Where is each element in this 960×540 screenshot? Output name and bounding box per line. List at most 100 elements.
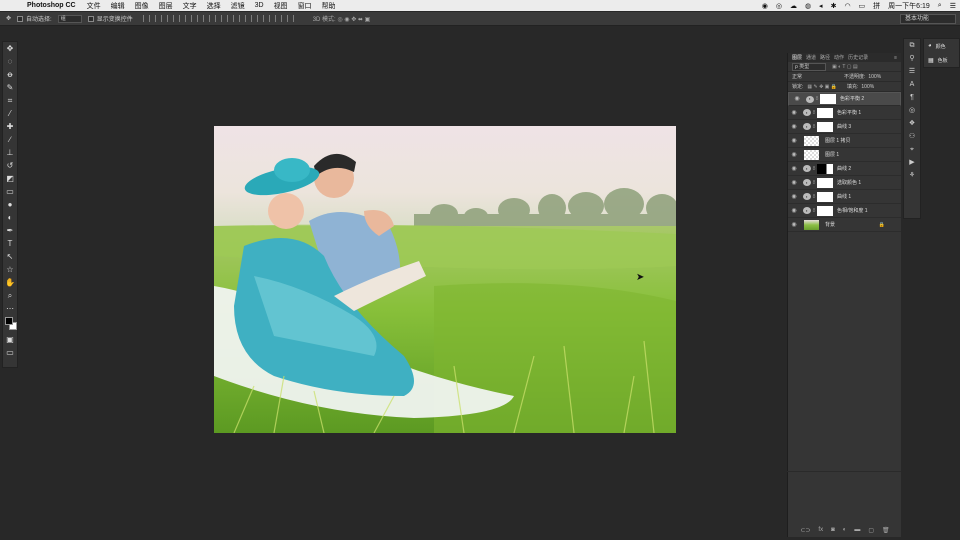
history-icon[interactable]: ⧉ bbox=[904, 39, 920, 52]
quick-select-tool-icon[interactable]: ✎ bbox=[3, 81, 17, 94]
blend-mode-dropdown[interactable]: 正常 bbox=[792, 73, 832, 80]
layer-thumbnail[interactable] bbox=[804, 149, 819, 160]
app-menu[interactable]: Photoshop CC bbox=[27, 2, 76, 9]
show-transform-option[interactable]: 显示变换控件 bbox=[87, 14, 133, 23]
tab-history[interactable]: 历史记录 bbox=[848, 54, 868, 61]
tab-channels[interactable]: 通道 bbox=[806, 54, 816, 61]
distribute-hcenter-icon[interactable] bbox=[262, 15, 270, 22]
status-icon[interactable]: ◎ bbox=[776, 2, 782, 10]
fill-value[interactable]: 100% bbox=[861, 84, 874, 90]
shape-tool-icon[interactable]: ☆ bbox=[3, 263, 17, 276]
visibility-eye-icon[interactable]: ◉ bbox=[791, 96, 803, 102]
swatches-panel-item[interactable]: ▦ 色板 bbox=[924, 53, 959, 67]
properties-icon[interactable]: ☰ bbox=[904, 65, 920, 78]
crop-tool-icon[interactable]: ⌗ bbox=[3, 94, 17, 107]
channels-icon[interactable]: ⚘ bbox=[904, 169, 920, 182]
delete-layer-icon[interactable]: 🗑 bbox=[882, 527, 890, 534]
auto-select-option[interactable]: 自动选择: bbox=[17, 14, 52, 23]
layer-name[interactable]: 图层 1 拷贝 bbox=[825, 137, 851, 144]
pen-tool-icon[interactable]: ✒ bbox=[3, 224, 17, 237]
layer-thumbnail[interactable] bbox=[804, 219, 819, 230]
bluetooth-icon[interactable]: ✱ bbox=[831, 2, 837, 10]
hand-tool-icon[interactable]: ✋ bbox=[3, 276, 17, 289]
add-mask-icon[interactable]: ◙ bbox=[831, 527, 835, 533]
brush-settings-icon[interactable]: ⚲ bbox=[904, 52, 920, 65]
adjustments-icon[interactable]: ◎ bbox=[904, 104, 920, 117]
layer-thumbnail[interactable] bbox=[804, 135, 819, 146]
cloud-icon[interactable]: ☁ bbox=[790, 2, 797, 10]
layer-name[interactable]: 背景 bbox=[825, 221, 835, 228]
actions-icon[interactable]: ▶ bbox=[904, 156, 920, 169]
menu-file[interactable]: 文件 bbox=[87, 1, 101, 11]
layer-row[interactable]: ◉ ◐ 8 选取颜色 1 bbox=[788, 176, 901, 190]
visibility-eye-icon[interactable]: ◉ bbox=[788, 221, 800, 228]
visibility-eye-icon[interactable]: ◉ bbox=[788, 179, 800, 186]
layer-name[interactable]: 曲线 1 bbox=[837, 193, 851, 200]
visibility-eye-icon[interactable]: ◉ bbox=[788, 193, 800, 200]
color-swatches[interactable] bbox=[3, 315, 17, 333]
tab-actions[interactable]: 动作 bbox=[834, 54, 844, 61]
clone-stamp-tool-icon[interactable]: ⊥ bbox=[3, 146, 17, 159]
layer-mask-thumbnail[interactable] bbox=[817, 121, 833, 132]
libraries-icon[interactable]: ⚇ bbox=[904, 130, 920, 143]
menu-help[interactable]: 帮助 bbox=[322, 1, 336, 11]
layer-name[interactable]: 曲线 3 bbox=[837, 123, 851, 130]
layer-name[interactable]: 色相/饱和度 1 bbox=[837, 207, 868, 214]
menu-filter[interactable]: 滤镜 bbox=[231, 1, 245, 11]
layer-mask-thumbnail[interactable] bbox=[817, 191, 833, 202]
layer-row[interactable]: ◉ ◐ 8 曲线 2 bbox=[788, 162, 901, 176]
distribute-right-icon[interactable] bbox=[274, 15, 282, 22]
menu-select[interactable]: 选择 bbox=[207, 1, 221, 11]
align-vcenter-icon[interactable] bbox=[154, 15, 162, 22]
tab-layers[interactable]: 图层 bbox=[792, 54, 802, 61]
align-right-icon[interactable] bbox=[202, 15, 210, 22]
healing-brush-tool-icon[interactable]: ✚ bbox=[3, 120, 17, 133]
filter-icons[interactable]: ▣ ◐ T ▢ ▤ bbox=[832, 64, 858, 70]
layer-name[interactable]: 图层 1 bbox=[825, 151, 839, 158]
layer-row[interactable]: ◉ ◐ 8 色相/饱和度 1 bbox=[788, 204, 901, 218]
layer-mask-thumbnail[interactable] bbox=[817, 177, 833, 188]
move-tool-icon[interactable]: ✥ bbox=[6, 15, 11, 22]
fx-icon[interactable]: fx bbox=[818, 527, 823, 533]
align-top-icon[interactable] bbox=[142, 15, 150, 22]
eraser-tool-icon[interactable]: ◩ bbox=[3, 172, 17, 185]
type-tool-icon[interactable]: T bbox=[3, 237, 17, 250]
layer-row[interactable]: ◉ ◐ 8 色彩平衡 2 bbox=[788, 92, 901, 106]
menu-edit[interactable]: 编辑 bbox=[111, 1, 125, 11]
layer-mask-thumbnail[interactable] bbox=[817, 163, 833, 174]
new-group-icon[interactable]: ▬ bbox=[854, 527, 860, 533]
menu-window[interactable]: 窗口 bbox=[298, 1, 312, 11]
layer-row[interactable]: ◉ 图层 1 拷贝 bbox=[788, 134, 901, 148]
distribute-bottom-icon[interactable] bbox=[238, 15, 246, 22]
layer-mask-thumbnail[interactable] bbox=[817, 205, 833, 216]
blur-tool-icon[interactable]: ● bbox=[3, 198, 17, 211]
brush-tool-icon[interactable]: ∕ bbox=[3, 133, 17, 146]
visibility-eye-icon[interactable]: ◉ bbox=[788, 151, 800, 158]
layer-mask-thumbnail[interactable] bbox=[817, 107, 833, 118]
zoom-tool-icon[interactable]: ⌕ bbox=[3, 289, 17, 302]
layer-row[interactable]: ◉ ◐ 8 曲线 1 bbox=[788, 190, 901, 204]
opacity-value[interactable]: 100% bbox=[868, 74, 881, 80]
layer-mask-thumbnail[interactable] bbox=[820, 94, 836, 104]
layer-name[interactable]: 曲线 2 bbox=[837, 165, 851, 172]
panel-menu-icon[interactable]: ≡ bbox=[894, 55, 897, 61]
visibility-eye-icon[interactable]: ◉ bbox=[788, 109, 800, 116]
menu-layer[interactable]: 图层 bbox=[159, 1, 173, 11]
3d-mode-icons[interactable]: 3D 模式: ◎ ◉ ✥ ⬌ ▣ bbox=[313, 14, 371, 23]
notification-icon[interactable]: ☰ bbox=[950, 2, 956, 10]
spotlight-icon[interactable]: ⌕ bbox=[938, 2, 942, 10]
gradient-tool-icon[interactable]: ▭ bbox=[3, 185, 17, 198]
layer-name[interactable]: 选取颜色 1 bbox=[837, 179, 861, 186]
menu-image[interactable]: 图像 bbox=[135, 1, 149, 11]
eyedropper-tool-icon[interactable]: ⁄ bbox=[3, 107, 17, 120]
layer-filter-dropdown[interactable]: ρ 类型 bbox=[792, 62, 826, 71]
show-transform-checkbox[interactable] bbox=[87, 15, 94, 22]
new-layer-icon[interactable]: ▢ bbox=[868, 527, 874, 534]
dodge-tool-icon[interactable]: ◐ bbox=[3, 211, 17, 224]
menu-view[interactable]: 视图 bbox=[274, 1, 288, 11]
distribute-top-icon[interactable] bbox=[214, 15, 222, 22]
align-bottom-icon[interactable] bbox=[166, 15, 174, 22]
layer-row[interactable]: ◉ 图层 1 bbox=[788, 148, 901, 162]
marquee-tool-icon[interactable]: ◌ bbox=[3, 55, 17, 68]
record-icon[interactable]: ◉ bbox=[762, 2, 768, 10]
